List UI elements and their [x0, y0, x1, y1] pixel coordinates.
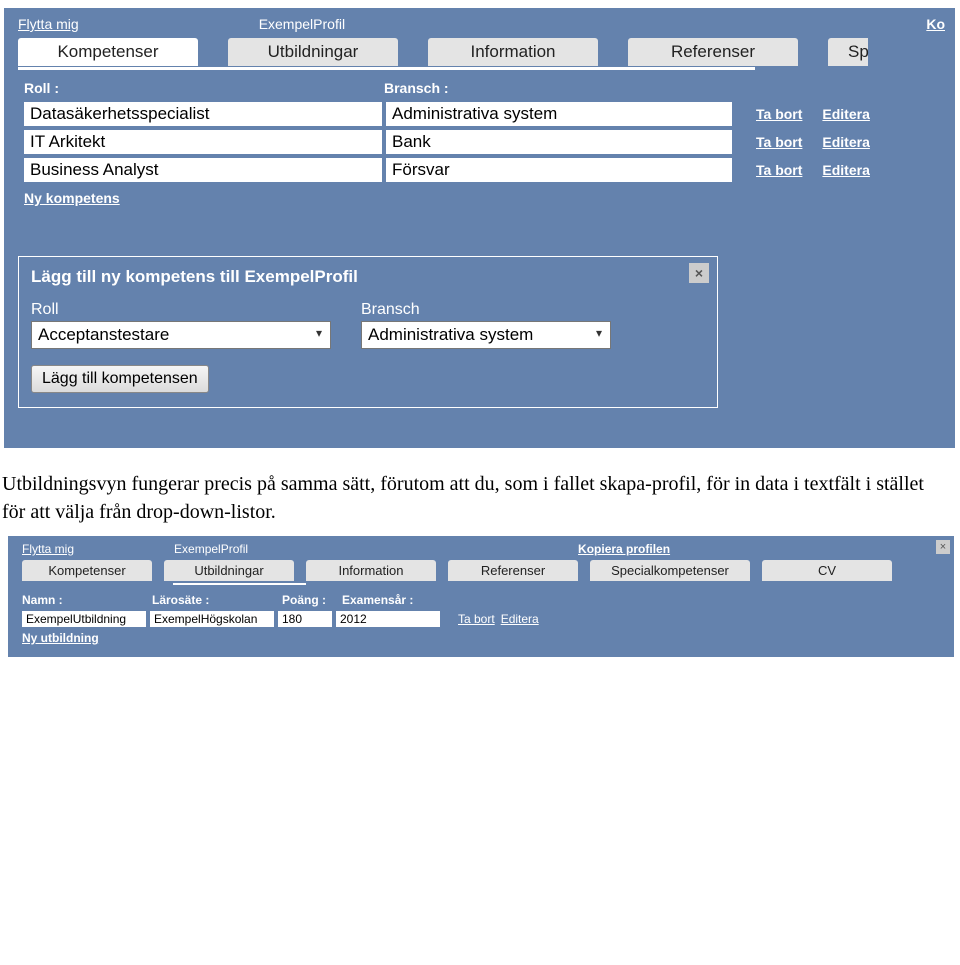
header-bransch: Bransch :: [384, 80, 734, 96]
tab-utbildningar[interactable]: Utbildningar: [164, 560, 294, 581]
top-nav: Flytta mig ExempelProfil Kopiera profile…: [8, 536, 954, 560]
cell-roll: Business Analyst: [24, 158, 382, 182]
table-row: ExempelUtbildning ExempelHögskolan 180 2…: [8, 611, 954, 629]
move-profile-link[interactable]: Flytta mig: [22, 542, 74, 556]
header-larosate: Lärosäte :: [152, 593, 282, 607]
top-nav: Flytta mig ExempelProfil Ko: [4, 8, 955, 38]
profile-name: ExempelProfil: [259, 16, 345, 32]
modal-title: Lägg till ny kompetens till ExempelProfi…: [31, 267, 705, 287]
tab-bar: Kompetenser Utbildningar Information Ref…: [4, 38, 955, 70]
description-text: Utbildningsvyn fungerar precis på samma …: [2, 470, 942, 526]
cell-roll: IT Arkitekt: [24, 130, 382, 154]
header-poang: Poäng :: [282, 593, 342, 607]
tab-information[interactable]: Information: [306, 560, 436, 581]
bransch-select[interactable]: Administrativa system: [361, 321, 611, 349]
cell-poang: 180: [278, 611, 332, 627]
top-right-link[interactable]: Ko: [926, 16, 945, 32]
bransch-label: Bransch: [361, 301, 611, 319]
tab-special[interactable]: Sp: [828, 38, 868, 66]
remove-link[interactable]: Ta bort: [458, 612, 495, 626]
add-competence-button[interactable]: Lägg till kompetensen: [31, 365, 209, 393]
close-icon[interactable]: ×: [689, 263, 709, 283]
header-namn: Namn :: [22, 593, 152, 607]
remove-link[interactable]: Ta bort: [756, 162, 802, 178]
new-competence-link[interactable]: Ny kompetens: [24, 190, 120, 206]
cell-examensar: 2012: [336, 611, 440, 627]
roll-select[interactable]: Acceptanstestare: [31, 321, 331, 349]
table-row: Datasäkerhetsspecialist Administrativa s…: [4, 102, 955, 130]
add-competence-modal: × Lägg till ny kompetens till ExempelPro…: [18, 256, 718, 408]
profile-name: ExempelProfil: [174, 542, 248, 556]
table-row: Business Analyst Försvar Ta bort Editera: [4, 158, 955, 186]
tab-specialkompetenser[interactable]: Specialkompetenser: [590, 560, 750, 581]
new-education-link[interactable]: Ny utbildning: [22, 631, 99, 645]
roll-label: Roll: [31, 301, 331, 319]
education-panel: × Flytta mig ExempelProfil Kopiera profi…: [8, 536, 954, 657]
cell-bransch: Administrativa system: [386, 102, 732, 126]
cell-larosate: ExempelHögskolan: [150, 611, 274, 627]
cell-roll: Datasäkerhetsspecialist: [24, 102, 382, 126]
table-header: Namn : Lärosäte : Poäng : Examensår :: [8, 585, 954, 611]
tab-kompetenser[interactable]: Kompetenser: [22, 560, 152, 581]
tab-referenser[interactable]: Referenser: [628, 38, 798, 66]
table-header: Roll : Bransch :: [4, 70, 955, 102]
table-row: IT Arkitekt Bank Ta bort Editera: [4, 130, 955, 158]
remove-link[interactable]: Ta bort: [756, 106, 802, 122]
cell-bransch: Försvar: [386, 158, 732, 182]
header-roll: Roll :: [24, 80, 384, 96]
tab-utbildningar[interactable]: Utbildningar: [228, 38, 398, 66]
copy-profile-link[interactable]: Kopiera profilen: [578, 542, 670, 556]
tab-kompetenser[interactable]: Kompetenser: [18, 38, 198, 66]
close-icon[interactable]: ×: [936, 540, 950, 554]
edit-link[interactable]: Editera: [822, 134, 869, 150]
tab-cv[interactable]: CV: [762, 560, 892, 581]
tab-referenser[interactable]: Referenser: [448, 560, 578, 581]
competences-panel: Flytta mig ExempelProfil Ko Kompetenser …: [4, 8, 956, 448]
tab-bar: Kompetenser Utbildningar Information Ref…: [8, 560, 954, 585]
edit-link[interactable]: Editera: [501, 612, 539, 626]
cell-bransch: Bank: [386, 130, 732, 154]
move-profile-link[interactable]: Flytta mig: [18, 16, 79, 32]
cell-namn: ExempelUtbildning: [22, 611, 146, 627]
remove-link[interactable]: Ta bort: [756, 134, 802, 150]
edit-link[interactable]: Editera: [822, 106, 869, 122]
tab-information[interactable]: Information: [428, 38, 598, 66]
header-examensar: Examensår :: [342, 593, 452, 607]
edit-link[interactable]: Editera: [822, 162, 869, 178]
